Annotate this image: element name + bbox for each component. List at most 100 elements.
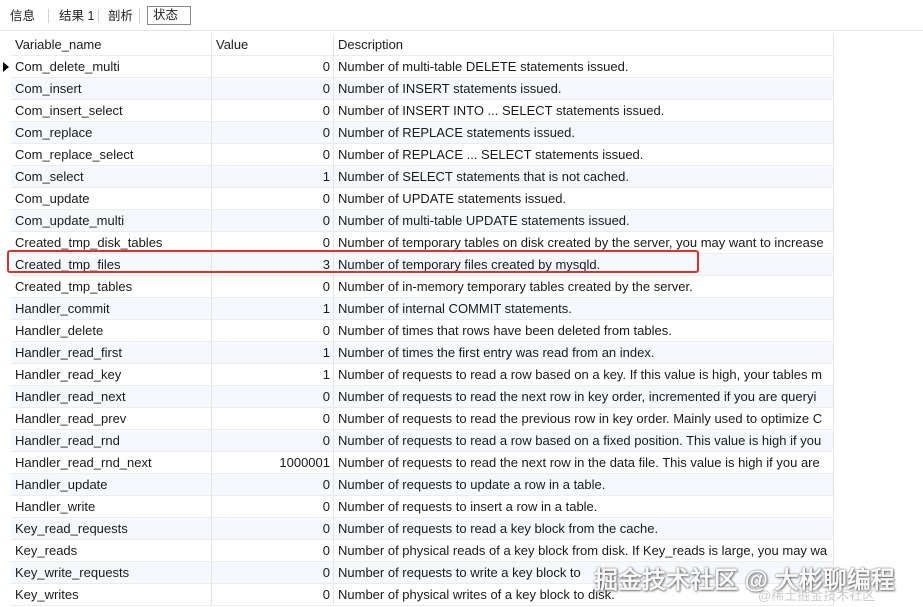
table-row[interactable]: Handler_read_first 1 Number of times the f… bbox=[0, 342, 923, 364]
cell-variable-name[interactable]: Handler_delete bbox=[11, 320, 212, 342]
cell-variable-name[interactable]: Key_read_requests bbox=[11, 518, 212, 540]
cell-value[interactable]: 3 bbox=[212, 254, 334, 276]
cell-description[interactable]: Number of requests to read a key block f… bbox=[334, 518, 834, 540]
table-row[interactable]: Handler_read_rnd 0 Number of requests to r… bbox=[0, 430, 923, 452]
table-row[interactable]: Handler_update 0 Number of requests to upd… bbox=[0, 474, 923, 496]
cell-variable-name[interactable]: Com_insert bbox=[11, 78, 212, 100]
cell-variable-name[interactable]: Handler_write bbox=[11, 496, 212, 518]
cell-description[interactable]: Number of multi-table UPDATE statements … bbox=[334, 210, 834, 232]
tab-profile[interactable]: 剖析 bbox=[106, 6, 135, 26]
cell-value[interactable]: 1 bbox=[212, 166, 334, 188]
cell-value[interactable]: 1 bbox=[212, 298, 334, 320]
cell-variable-name[interactable]: Handler_update bbox=[11, 474, 212, 496]
cell-variable-name[interactable]: Created_tmp_tables bbox=[11, 276, 212, 298]
table-row[interactable]: Key_read_requests 0 Number of requests to … bbox=[0, 518, 923, 540]
table-row[interactable]: Created_tmp_files 3 Number of temporary fi… bbox=[0, 254, 923, 276]
cell-variable-name[interactable]: Com_select bbox=[11, 166, 212, 188]
cell-description[interactable]: Number of UPDATE statements issued. bbox=[334, 188, 834, 210]
cell-description[interactable]: Number of requests to read a row based o… bbox=[334, 364, 834, 386]
cell-description[interactable]: Number of requests to read the previous … bbox=[334, 408, 834, 430]
cell-description[interactable]: Number of times that rows have been dele… bbox=[334, 320, 834, 342]
table-row[interactable]: Handler_read_rnd_next 1000001 Number of re… bbox=[0, 452, 923, 474]
cell-description[interactable]: Number of requests to read a row based o… bbox=[334, 430, 834, 452]
cell-variable-name[interactable]: Handler_commit bbox=[11, 298, 212, 320]
cell-variable-name[interactable]: Handler_read_next bbox=[11, 386, 212, 408]
tab-status[interactable]: 状态 bbox=[147, 6, 191, 25]
cell-variable-name[interactable]: Com_update_multi bbox=[11, 210, 212, 232]
cell-value[interactable]: 1 bbox=[212, 342, 334, 364]
cell-value[interactable]: 0 bbox=[212, 320, 334, 342]
cell-variable-name[interactable]: Key_reads bbox=[11, 540, 212, 562]
cell-variable-name[interactable]: Created_tmp_files bbox=[11, 254, 212, 276]
table-row[interactable]: Handler_read_key 1 Number of requests to r… bbox=[0, 364, 923, 386]
table-row[interactable]: Com_select 1 Number of SELECT statements t… bbox=[0, 166, 923, 188]
cell-value[interactable]: 0 bbox=[212, 276, 334, 298]
cell-value[interactable]: 1 bbox=[212, 364, 334, 386]
cell-variable-name[interactable]: Handler_read_prev bbox=[11, 408, 212, 430]
cell-value[interactable]: 0 bbox=[212, 210, 334, 232]
cell-value[interactable]: 0 bbox=[212, 540, 334, 562]
cell-value[interactable]: 0 bbox=[212, 562, 334, 584]
cell-description[interactable]: Number of INSERT INTO ... SELECT stateme… bbox=[334, 100, 834, 122]
column-header-value[interactable]: Value bbox=[212, 34, 334, 56]
cell-description[interactable]: Number of requests to read the next row … bbox=[334, 386, 834, 408]
table-row[interactable]: Handler_write 0 Number of requests to inse… bbox=[0, 496, 923, 518]
cell-description[interactable]: Number of requests to read the next row … bbox=[334, 452, 834, 474]
tab-info[interactable]: 信息 bbox=[8, 6, 37, 26]
cell-value[interactable]: 0 bbox=[212, 408, 334, 430]
table-row[interactable]: Com_replace 0 Number of REPLACE statements… bbox=[0, 122, 923, 144]
table-row[interactable]: Com_replace_select 0 Number of REPLACE ...… bbox=[0, 144, 923, 166]
table-row[interactable]: Created_tmp_disk_tables 0 Number of tempor… bbox=[0, 232, 923, 254]
cell-description[interactable]: Number of in-memory temporary tables cre… bbox=[334, 276, 834, 298]
cell-description[interactable]: Number of internal COMMIT statements. bbox=[334, 298, 834, 320]
cell-variable-name[interactable]: Handler_read_rnd bbox=[11, 430, 212, 452]
cell-description[interactable]: Number of times the first entry was read… bbox=[334, 342, 834, 364]
cell-variable-name[interactable]: Com_replace bbox=[11, 122, 212, 144]
table-row[interactable]: Handler_commit 1 Number of internal COMMIT… bbox=[0, 298, 923, 320]
cell-value[interactable]: 1000001 bbox=[212, 452, 334, 474]
table-row[interactable]: Handler_delete 0 Number of times that rows… bbox=[0, 320, 923, 342]
cell-value[interactable]: 0 bbox=[212, 232, 334, 254]
table-row[interactable]: Com_insert_select 0 Number of INSERT INTO … bbox=[0, 100, 923, 122]
cell-variable-name[interactable]: Handler_read_key bbox=[11, 364, 212, 386]
table-row[interactable]: Com_insert 0 Number of INSERT statements i… bbox=[0, 78, 923, 100]
cell-description[interactable]: Number of REPLACE ... SELECT statements … bbox=[334, 144, 834, 166]
cell-variable-name[interactable]: Handler_read_rnd_next bbox=[11, 452, 212, 474]
column-header-variable-name[interactable]: Variable_name bbox=[11, 34, 212, 56]
cell-value[interactable]: 0 bbox=[212, 56, 334, 78]
cell-description[interactable]: Number of requests to insert a row in a … bbox=[334, 496, 834, 518]
cell-description[interactable]: Number of requests to update a row in a … bbox=[334, 474, 834, 496]
cell-variable-name[interactable]: Created_tmp_disk_tables bbox=[11, 232, 212, 254]
cell-variable-name[interactable]: Key_writes bbox=[11, 584, 212, 606]
cell-description[interactable]: Number of INSERT statements issued. bbox=[334, 78, 834, 100]
cell-variable-name[interactable]: Com_update bbox=[11, 188, 212, 210]
cell-variable-name[interactable]: Com_replace_select bbox=[11, 144, 212, 166]
cell-variable-name[interactable]: Com_insert_select bbox=[11, 100, 212, 122]
cell-description[interactable]: Number of REPLACE statements issued. bbox=[334, 122, 834, 144]
cell-variable-name[interactable]: Key_write_requests bbox=[11, 562, 212, 584]
column-header-description[interactable]: Description bbox=[334, 34, 834, 56]
cell-description[interactable]: Number of physical reads of a key block … bbox=[334, 540, 834, 562]
table-row[interactable]: Handler_read_next 0 Number of requests to … bbox=[0, 386, 923, 408]
table-row[interactable]: Com_update_multi 0 Number of multi-table U… bbox=[0, 210, 923, 232]
cell-value[interactable]: 0 bbox=[212, 496, 334, 518]
cell-value[interactable]: 0 bbox=[212, 584, 334, 606]
cell-value[interactable]: 0 bbox=[212, 144, 334, 166]
cell-value[interactable]: 0 bbox=[212, 386, 334, 408]
table-row[interactable]: Key_reads 0 Number of physical reads of a … bbox=[0, 540, 923, 562]
table-row[interactable]: Handler_read_prev 0 Number of requests to … bbox=[0, 408, 923, 430]
cell-value[interactable]: 0 bbox=[212, 430, 334, 452]
cell-description[interactable]: Number of temporary tables on disk creat… bbox=[334, 232, 834, 254]
cell-value[interactable]: 0 bbox=[212, 474, 334, 496]
table-row[interactable]: Com_delete_multi 0 Number of multi-table D… bbox=[0, 56, 923, 78]
cell-description[interactable]: Number of temporary files created by mys… bbox=[334, 254, 834, 276]
cell-variable-name[interactable]: Handler_read_first bbox=[11, 342, 212, 364]
cell-description[interactable]: Number of multi-table DELETE statements … bbox=[334, 56, 834, 78]
cell-value[interactable]: 0 bbox=[212, 78, 334, 100]
tab-result-1[interactable]: 结果 1 bbox=[57, 6, 96, 26]
table-row[interactable]: Created_tmp_tables 0 Number of in-memory t… bbox=[0, 276, 923, 298]
cell-variable-name[interactable]: Com_delete_multi bbox=[11, 56, 212, 78]
table-row[interactable]: Com_update 0 Number of UPDATE statements i… bbox=[0, 188, 923, 210]
cell-value[interactable]: 0 bbox=[212, 122, 334, 144]
cell-description[interactable]: Number of SELECT statements that is not … bbox=[334, 166, 834, 188]
